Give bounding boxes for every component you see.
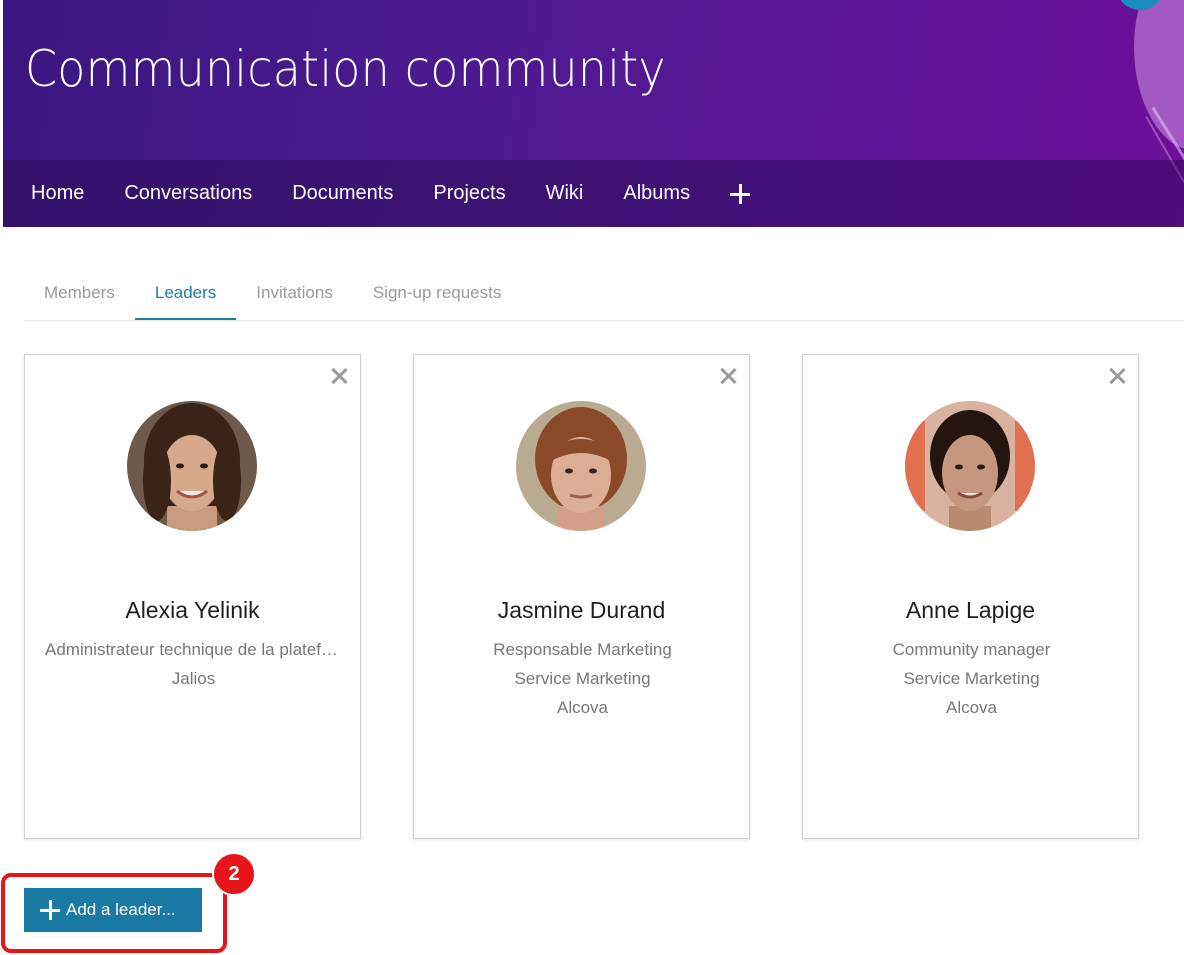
leader-company: Alcova — [945, 698, 998, 717]
leader-card: Alexia Yelinik Administrateur technique … — [24, 354, 361, 839]
tab-members[interactable]: Members — [24, 268, 135, 320]
close-icon[interactable] — [719, 367, 737, 385]
page: Communication community Home Conversatio… — [0, 0, 1184, 955]
close-icon[interactable] — [1108, 367, 1126, 385]
nav-item-conversations[interactable]: Conversations — [124, 182, 252, 205]
tab-invitations[interactable]: Invitations — [236, 268, 353, 320]
plus-icon[interactable] — [730, 183, 751, 204]
leader-organization: Service Marketing — [514, 669, 651, 688]
community-banner: Communication community Home Conversatio… — [3, 0, 1184, 227]
add-leader-button[interactable]: Add a leader... — [24, 888, 202, 932]
plus-icon — [40, 900, 60, 920]
leader-title: Community manager — [892, 640, 1051, 659]
close-icon[interactable] — [330, 367, 348, 385]
members-tabs: Members Leaders Invitations Sign-up requ… — [24, 268, 1184, 321]
step-number-badge: 2 — [212, 852, 256, 896]
tab-sign-up-requests[interactable]: Sign-up requests — [353, 268, 522, 320]
avatar — [127, 401, 257, 531]
page-title: Communication community — [25, 40, 666, 98]
leader-title: Administrateur technique de la plateform… — [45, 640, 342, 659]
leader-card: Anne Lapige Community manager Service Ma… — [802, 354, 1139, 839]
banner-decoration — [1121, 0, 1184, 157]
nav-item-albums[interactable]: Albums — [623, 182, 690, 205]
leader-card: Jasmine Durand Responsable Marketing Ser… — [413, 354, 750, 839]
tab-leaders[interactable]: Leaders — [134, 268, 237, 320]
nav-item-home[interactable]: Home — [31, 182, 84, 205]
community-nav: Home Conversations Documents Projects Wi… — [3, 160, 1184, 227]
avatar — [516, 401, 646, 531]
leader-organization: Service Marketing — [903, 669, 1040, 688]
leader-name: Alexia Yelinik — [125, 597, 260, 623]
avatar — [905, 401, 1035, 531]
nav-item-projects[interactable]: Projects — [433, 182, 505, 205]
add-leader-label: Add a leader... — [66, 900, 176, 919]
leader-company: Alcova — [556, 698, 609, 717]
nav-item-wiki[interactable]: Wiki — [546, 182, 584, 205]
leader-name: Jasmine Durand — [497, 597, 666, 623]
leader-title: Responsable Marketing — [493, 640, 672, 659]
nav-item-documents[interactable]: Documents — [292, 182, 393, 205]
leader-name: Anne Lapige — [905, 597, 1036, 623]
leader-organization: Jalios — [171, 669, 216, 688]
